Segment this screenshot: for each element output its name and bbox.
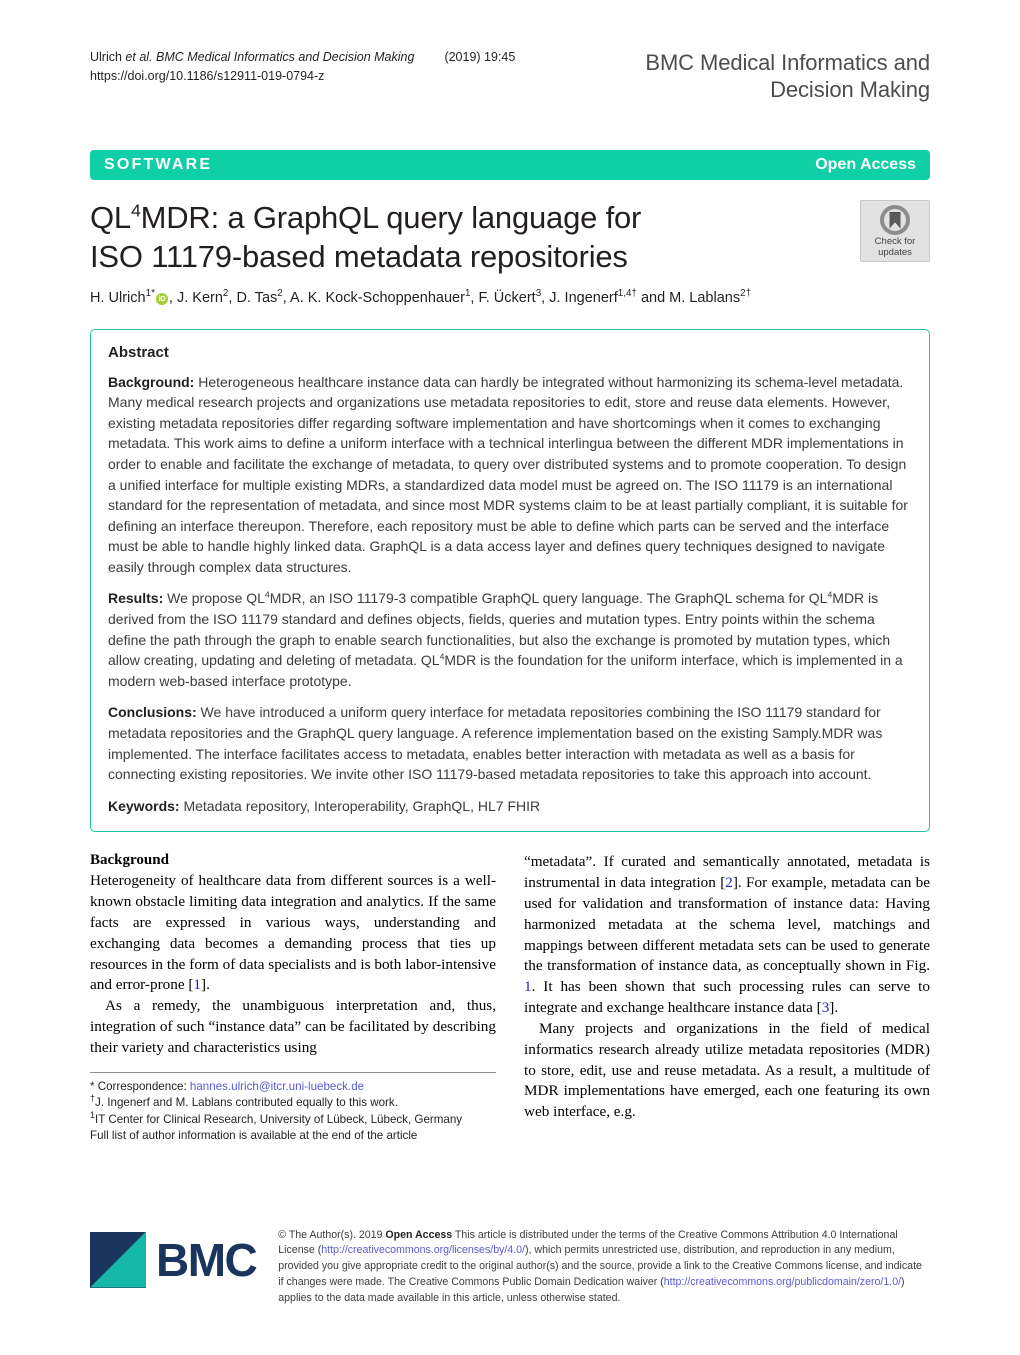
copyright-notice: © The Author(s). 2019 Open Access This a… bbox=[278, 1228, 930, 1307]
correspondence-label: * Correspondence: bbox=[90, 1079, 190, 1093]
crossmark-line2: updates bbox=[878, 246, 912, 258]
citation-etal: et al. bbox=[125, 50, 153, 64]
abstract-results-label: Results: bbox=[108, 590, 164, 607]
footnote-affil-text: IT Center for Clinical Research, Univers… bbox=[95, 1112, 463, 1126]
correspondence-email-link[interactable]: hannes.ulrich@itcr.uni-luebeck.de bbox=[190, 1080, 364, 1093]
body-column-left: Background Heterogeneity of healthcare d… bbox=[90, 852, 496, 1144]
footnote-affiliation: 1IT Center for Clinical Research, Univer… bbox=[90, 1110, 496, 1128]
license-link[interactable]: http://creativecommons.org/licenses/by/4… bbox=[321, 1244, 525, 1256]
author-affiliation-marker: 1,4† bbox=[617, 288, 637, 300]
article-type-label: SOFTWARE bbox=[104, 155, 213, 173]
author-name: , D. Tas bbox=[228, 290, 278, 307]
crossmark-badge[interactable]: Check for updates bbox=[860, 199, 930, 262]
crossmark-icon bbox=[880, 204, 910, 235]
title-block: QL4MDR: a GraphQL query language for ISO… bbox=[90, 198, 930, 277]
abstract-results: Results: We propose QL4MDR, an ISO 11179… bbox=[108, 588, 912, 691]
crossmark-line1: Check for bbox=[874, 235, 916, 247]
journal-title-line2: Decision Making bbox=[770, 76, 930, 102]
abstract-conclusions: Conclusions: We have introduced a unifor… bbox=[108, 702, 912, 784]
left-p1-text-a: Heterogeneity of healthcare data from di… bbox=[90, 872, 496, 994]
copyright-open-access: Open Access bbox=[385, 1228, 453, 1241]
bmc-logo: BMC bbox=[90, 1228, 258, 1288]
abstract-results-seg1: We propose QL bbox=[163, 590, 265, 607]
open-access-label: Open Access bbox=[815, 155, 916, 173]
abstract-background-text: Heterogeneous healthcare instance data c… bbox=[108, 373, 908, 575]
author-name: H. Ulrich bbox=[90, 290, 146, 307]
waiver-link[interactable]: http://creativecommons.org/publicdomain/… bbox=[664, 1276, 901, 1288]
running-head-citation: Ulrich et al. BMC Medical Informatics an… bbox=[90, 48, 515, 86]
bmc-mark-icon bbox=[90, 1231, 146, 1288]
body-columns: Background Heterogeneity of healthcare d… bbox=[90, 852, 930, 1144]
keywords-text: Metadata repository, Interoperability, G… bbox=[179, 797, 541, 814]
body-paragraph: Many projects and organizations in the f… bbox=[524, 1019, 930, 1121]
orcid-icon[interactable]: iD bbox=[155, 293, 168, 306]
abstract-results-seg2: MDR, an ISO 11179-3 compatible GraphQL q… bbox=[269, 590, 828, 607]
abstract-box: Abstract Background: Heterogeneous healt… bbox=[90, 328, 930, 833]
running-head: Ulrich et al. BMC Medical Informatics an… bbox=[90, 0, 930, 104]
bmc-wordmark: BMC bbox=[156, 1233, 258, 1286]
footnote-equal-text: J. Ingenerf and M. Lablans contributed e… bbox=[95, 1096, 398, 1110]
citation-ref-2[interactable]: 2 bbox=[725, 874, 733, 891]
body-column-right: “metadata”. If curated and semantically … bbox=[524, 852, 930, 1144]
journal-masthead: BMC Medical Informatics and Decision Mak… bbox=[645, 48, 930, 104]
abstract-conclusions-text: We have introduced a uniform query inter… bbox=[108, 704, 883, 783]
abstract-heading: Abstract bbox=[108, 343, 169, 361]
author-name: , J. Kern bbox=[168, 290, 223, 307]
figure-ref-1[interactable]: 1 bbox=[524, 978, 532, 995]
abstract-background-label: Background: bbox=[108, 373, 195, 390]
body-paragraph: As a remedy, the unambiguous interpretat… bbox=[90, 997, 496, 1056]
journal-title-line1: BMC Medical Informatics and bbox=[645, 50, 930, 75]
author-affiliation-marker: 1* bbox=[145, 288, 155, 300]
body-paragraph: Heterogeneity of healthcare data from di… bbox=[90, 871, 496, 996]
footnote-block: * Correspondence: hannes.ulrich@itcr.uni… bbox=[90, 1071, 496, 1145]
abstract-background: Background: Heterogeneous healthcare ins… bbox=[108, 372, 912, 578]
abstract-conclusions-label: Conclusions: bbox=[108, 704, 197, 721]
body-paragraph: “metadata”. If curated and semantically … bbox=[524, 852, 930, 1019]
citation-ref-1[interactable]: 1 bbox=[193, 976, 201, 993]
author-affiliation-marker: 2† bbox=[740, 288, 752, 300]
copyright-text-a: © The Author(s). 2019 bbox=[278, 1228, 386, 1241]
keywords-label: Keywords: bbox=[108, 797, 180, 814]
page-title: QL4MDR: a GraphQL query language for ISO… bbox=[90, 198, 790, 277]
citation-journal: BMC Medical Informatics and Decision Mak… bbox=[152, 50, 415, 64]
citation-doi[interactable]: https://doi.org/10.1186/s12911-019-0794-… bbox=[90, 67, 515, 86]
section-heading-background: Background bbox=[90, 852, 169, 869]
author-name: , A. K. Kock-Schoppenhauer bbox=[282, 290, 465, 307]
page-footer: BMC © The Author(s). 2019 Open Access Th… bbox=[90, 1228, 930, 1307]
citation-volume: (2019) 19:45 bbox=[444, 50, 516, 64]
abstract-keywords: Keywords: Metadata repository, Interoper… bbox=[108, 796, 912, 817]
left-p1-text-b: ]. bbox=[201, 976, 210, 994]
right-p1-text-c: . It has been shown that such processing… bbox=[524, 978, 930, 1017]
title-superscript: 4 bbox=[130, 200, 141, 221]
footnote-equal-contribution: †J. Ingenerf and M. Lablans contributed … bbox=[90, 1094, 496, 1111]
author-name: , F. Ückert bbox=[470, 290, 536, 307]
author-name: , J. Ingenerf bbox=[541, 290, 618, 307]
author-list: H. Ulrich1* iD, J. Kern2, D. Tas2, A. K. … bbox=[90, 288, 930, 308]
footnote-full-list: Full list of author information is avail… bbox=[90, 1129, 418, 1143]
author-name: and M. Lablans bbox=[636, 290, 741, 307]
right-p1-text-d: ]. bbox=[829, 999, 839, 1017]
article-first-page: Ulrich et al. BMC Medical Informatics an… bbox=[0, 0, 1020, 1355]
footnote-correspondence: * Correspondence: hannes.ulrich@itcr.uni… bbox=[90, 1079, 496, 1095]
citation-author: Ulrich bbox=[90, 50, 126, 64]
article-type-banner: SOFTWARE Open Access bbox=[90, 149, 930, 180]
title-line1-post: MDR: a GraphQL query language for bbox=[140, 199, 642, 235]
title-line1-pre: QL bbox=[90, 199, 131, 235]
title-line2: ISO 11179-based metadata repositories bbox=[90, 239, 628, 275]
